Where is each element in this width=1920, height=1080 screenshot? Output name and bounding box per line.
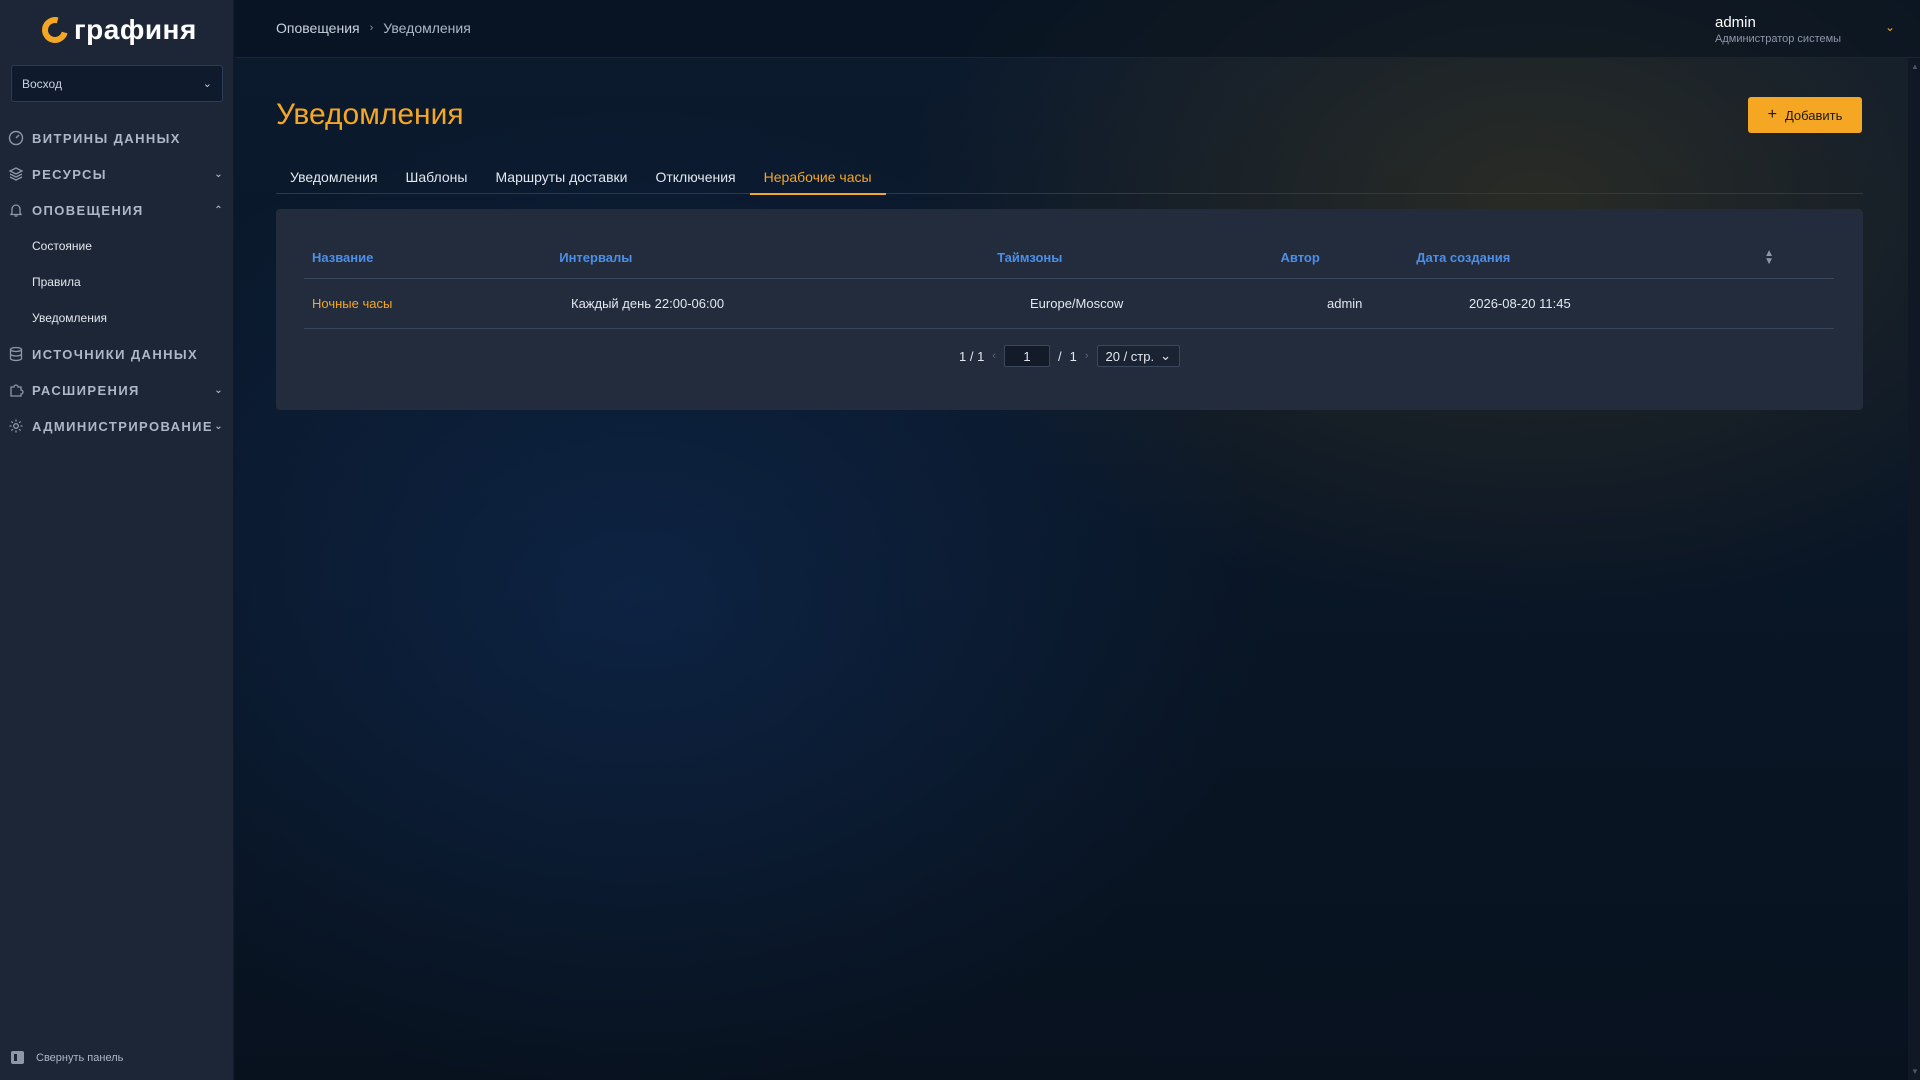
- sidebar-item-label: ВИТРИНЫ ДАННЫХ: [32, 130, 181, 146]
- breadcrumb: Оповещения › Уведомления: [276, 20, 471, 36]
- tab-delivery-routes[interactable]: Маршруты доставки: [481, 160, 641, 194]
- sidebar-item-data-sources[interactable]: ИСТОЧНИКИ ДАННЫХ: [0, 336, 234, 372]
- table-header: Название Интервалы Таймзоны Автор Дата с…: [304, 237, 1834, 279]
- pagination-summary: 1 / 1: [959, 348, 985, 364]
- column-header-name[interactable]: Название: [304, 250, 551, 265]
- chevron-down-icon: ⌄: [214, 384, 224, 396]
- puzzle-icon: [8, 382, 24, 398]
- add-button-label: Добавить: [1784, 107, 1843, 123]
- add-button[interactable]: + Добавить: [1748, 97, 1862, 133]
- table-card: Название Интервалы Таймзоны Автор Дата с…: [276, 209, 1863, 410]
- row-created: 2026-08-20 11:45: [1469, 296, 1571, 311]
- column-header-timezones[interactable]: Таймзоны: [989, 250, 1272, 265]
- scroll-down-icon[interactable]: ▼: [1911, 1067, 1919, 1076]
- table-row: Ночные часы Каждый день 22:00-06:00 Euro…: [304, 279, 1834, 329]
- brand-name: графиня: [74, 14, 197, 45]
- topbar: Оповещения › Уведомления admin Администр…: [235, 0, 1920, 58]
- sidebar-subitem-rules[interactable]: Правила: [0, 264, 234, 300]
- user-role: Администратор системы: [1715, 33, 1842, 45]
- page-size-select[interactable]: 20 / стр. ⌄: [1096, 345, 1180, 367]
- chevron-down-icon: ⌄: [1160, 348, 1171, 363]
- panel-collapse-icon: [11, 1051, 24, 1064]
- off-hours-table: Название Интервалы Таймзоны Автор Дата с…: [304, 237, 1834, 329]
- chevron-left-icon[interactable]: ‹: [992, 350, 996, 362]
- chevron-right-icon[interactable]: ›: [1085, 350, 1089, 362]
- page-title: Уведомления: [276, 98, 464, 131]
- database-icon: [8, 346, 24, 362]
- breadcrumb-item-alerts[interactable]: Оповещения: [276, 20, 360, 36]
- column-header-created[interactable]: Дата создания: [1408, 250, 1764, 265]
- row-author: admin: [1327, 296, 1363, 311]
- breadcrumb-item-current: Уведомления: [383, 20, 471, 36]
- chevron-down-icon: ⌄: [202, 78, 212, 90]
- pagination-separator: /: [1057, 348, 1062, 364]
- user-menu[interactable]: admin Администратор системы ⌄: [1715, 14, 1895, 45]
- page-number-input[interactable]: [1003, 345, 1050, 367]
- sidebar-subitem-state[interactable]: Состояние: [0, 228, 234, 264]
- sidebar-item-label: АДМИНИСТРИРОВАНИЕ: [32, 418, 213, 434]
- sidebar-item-label: ИСТОЧНИКИ ДАННЫХ: [32, 346, 199, 362]
- tab-templates[interactable]: Шаблоны: [392, 160, 482, 194]
- chevron-down-icon: ⌄: [214, 168, 224, 180]
- row-name-link[interactable]: Ночные часы: [304, 296, 563, 311]
- main-content: Оповещения › Уведомления admin Администр…: [235, 0, 1920, 1080]
- plus-icon: +: [1767, 106, 1777, 123]
- sort-icon[interactable]: ▲ ▼: [1764, 248, 1774, 266]
- pagination-total: 1: [1069, 348, 1077, 364]
- sidebar-item-data-showcases[interactable]: ВИТРИНЫ ДАННЫХ: [0, 120, 234, 156]
- logo-icon: [37, 12, 73, 48]
- chevron-down-icon: ⌄: [1884, 20, 1895, 34]
- row-timezones: Europe/Moscow: [1030, 296, 1124, 311]
- collapse-panel-button[interactable]: Свернуть панель: [11, 1051, 123, 1064]
- row-intervals: Каждый день 22:00-06:00: [571, 296, 725, 311]
- collapse-panel-label: Свернуть панель: [36, 1051, 124, 1064]
- chevron-up-icon: ⌃: [214, 204, 224, 216]
- tab-silences[interactable]: Отключения: [641, 160, 749, 194]
- sidebar: графиня Восход ⌄ ВИТРИНЫ ДАННЫХ РЕСУРСЫ …: [0, 0, 234, 1080]
- column-header-intervals[interactable]: Интервалы: [551, 250, 989, 265]
- user-name: admin: [1715, 14, 1756, 31]
- pagination: 1 / 1 ‹ / 1 › 20 / стр. ⌄: [276, 345, 1863, 367]
- page-size-value: 20 / стр.: [1105, 348, 1155, 364]
- gear-icon: [8, 418, 24, 434]
- layers-icon: [8, 166, 24, 182]
- sidebar-item-extensions[interactable]: РАСШИРЕНИЯ ⌄: [0, 372, 234, 408]
- dashboard-icon: [8, 130, 24, 146]
- tab-off-hours[interactable]: Нерабочие часы: [749, 160, 886, 195]
- brand-logo[interactable]: графиня: [37, 12, 197, 48]
- space-selector[interactable]: Восход ⌄: [11, 65, 223, 102]
- scrollbar[interactable]: ▲ ▼: [1908, 58, 1920, 1080]
- bell-icon: [8, 202, 24, 218]
- chevron-right-icon: ›: [369, 22, 374, 34]
- chevron-down-icon: ⌄: [214, 420, 224, 432]
- scroll-up-icon[interactable]: ▲: [1911, 62, 1919, 71]
- sidebar-item-resources[interactable]: РЕСУРСЫ ⌄: [0, 156, 234, 192]
- sidebar-item-administration[interactable]: АДМИНИСТРИРОВАНИЕ ⌄: [0, 408, 234, 444]
- sidebar-item-alerts[interactable]: ОПОВЕЩЕНИЯ ⌃: [0, 192, 234, 228]
- sidebar-nav: ВИТРИНЫ ДАННЫХ РЕСУРСЫ ⌄ ОПОВЕЩЕНИЯ ⌃ Со…: [0, 120, 234, 444]
- sidebar-item-label: РАСШИРЕНИЯ: [32, 382, 140, 398]
- tabs: Уведомления Шаблоны Маршруты доставки От…: [276, 160, 1863, 195]
- sidebar-item-label: РЕСУРСЫ: [32, 166, 107, 182]
- sidebar-subitem-notifications[interactable]: Уведомления: [0, 300, 234, 336]
- tab-notifications[interactable]: Уведомления: [276, 160, 392, 194]
- sidebar-item-label: ОПОВЕЩЕНИЯ: [32, 202, 144, 218]
- space-selector-value: Восход: [22, 76, 62, 91]
- column-header-author[interactable]: Автор: [1273, 250, 1409, 265]
